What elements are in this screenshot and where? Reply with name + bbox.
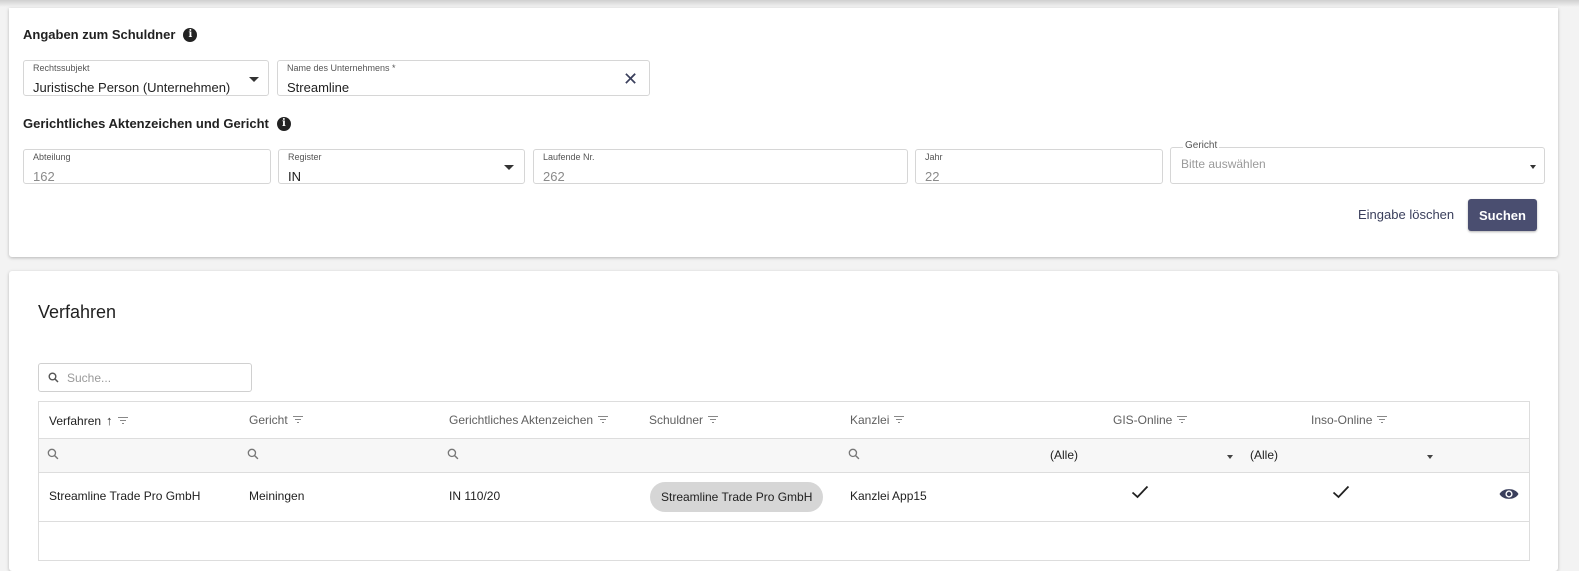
- register-value: IN: [288, 169, 301, 184]
- search-icon[interactable]: [848, 448, 860, 460]
- cell-kanzlei: Kanzlei App15: [850, 489, 927, 503]
- column-label: Schuldner: [649, 413, 704, 427]
- eye-icon[interactable]: [1499, 487, 1519, 501]
- unternehmen-value[interactable]: Streamline: [287, 80, 349, 95]
- aktenzeichen-section-title: Gerichtliches Aktenzeichen und Gericht i: [23, 116, 291, 131]
- gericht-select[interactable]: Gericht Bitte auswählen: [1170, 140, 1545, 184]
- info-icon[interactable]: i: [276, 116, 291, 131]
- column-label: Gericht: [249, 413, 288, 427]
- gericht-placeholder: Bitte auswählen: [1181, 157, 1266, 171]
- schuldner-section-title: Angaben zum Schuldner i: [23, 27, 198, 42]
- rechtssubjekt-value: Juristische Person (Unternehmen): [33, 80, 231, 95]
- jahr-value[interactable]: 22: [925, 169, 939, 184]
- sort-up-icon[interactable]: ↑: [106, 413, 113, 428]
- register-label: Register: [288, 152, 322, 162]
- laufende-nr-value[interactable]: 262: [543, 169, 565, 184]
- chevron-down-icon[interactable]: [504, 165, 514, 170]
- inso-online-filter-select[interactable]: (Alle): [1250, 448, 1278, 462]
- filter-row: (Alle) (Alle): [39, 439, 1529, 473]
- search-form-card: Angaben zum Schuldner i Rechtssubjekt Ju…: [9, 8, 1558, 257]
- column-header-verfahren[interactable]: Verfahren ↑: [49, 413, 128, 428]
- jahr-field[interactable]: Jahr 22: [915, 149, 1163, 184]
- search-placeholder: Suche...: [67, 371, 112, 385]
- check-icon: [1332, 485, 1350, 499]
- search-icon[interactable]: [47, 448, 59, 460]
- filter-icon[interactable]: [292, 416, 303, 424]
- jahr-label: Jahr: [925, 152, 943, 162]
- search-icon: [48, 372, 59, 383]
- cell-verfahren: Streamline Trade Pro GmbH: [49, 489, 201, 503]
- chevron-down-icon[interactable]: [1530, 165, 1536, 169]
- top-shadow: [0, 0, 1579, 7]
- abteilung-field[interactable]: Abteilung 162: [23, 149, 271, 184]
- abteilung-value[interactable]: 162: [33, 169, 55, 184]
- table-header: Verfahren ↑ Gericht Gerichtliches Aktenz…: [39, 402, 1529, 439]
- filter-icon[interactable]: [1177, 416, 1188, 424]
- search-input[interactable]: Suche...: [38, 363, 252, 392]
- rechtssubjekt-select[interactable]: Rechtssubjekt Juristische Person (Untern…: [23, 60, 269, 96]
- unternehmen-label: Name des Unternehmens *: [287, 63, 396, 73]
- info-icon[interactable]: i: [183, 27, 198, 42]
- abteilung-label: Abteilung: [33, 152, 71, 162]
- column-header-gis-online[interactable]: GIS-Online: [1113, 413, 1188, 427]
- rechtssubjekt-label: Rechtssubjekt: [33, 63, 90, 73]
- laufende-nr-field[interactable]: Laufende Nr. 262: [533, 149, 908, 184]
- column-header-inso-online[interactable]: Inso-Online: [1311, 413, 1388, 427]
- close-icon[interactable]: ✕: [623, 70, 638, 88]
- clear-input-button[interactable]: Eingabe löschen: [1352, 199, 1460, 230]
- table-row[interactable]: Streamline Trade Pro GmbH Meiningen IN 1…: [39, 473, 1529, 522]
- column-header-kanzlei[interactable]: Kanzlei: [850, 413, 905, 427]
- column-label: Kanzlei: [850, 413, 890, 427]
- filter-icon[interactable]: [1377, 416, 1388, 424]
- chevron-down-icon[interactable]: [1427, 455, 1433, 459]
- search-icon[interactable]: [447, 448, 459, 460]
- schuldner-title: Angaben zum Schuldner: [23, 27, 176, 42]
- cell-aktenzeichen: IN 110/20: [449, 489, 501, 503]
- filter-icon[interactable]: [708, 416, 719, 424]
- gis-online-filter-select[interactable]: (Alle): [1050, 448, 1078, 462]
- verfahren-table: Verfahren ↑ Gericht Gerichtliches Aktenz…: [38, 401, 1530, 561]
- verfahren-title: Verfahren: [38, 302, 117, 322]
- unternehmen-field[interactable]: Name des Unternehmens * Streamline ✕: [277, 60, 650, 96]
- column-header-aktenzeichen[interactable]: Gerichtliches Aktenzeichen: [449, 413, 609, 427]
- cell-gericht: Meiningen: [249, 489, 305, 503]
- laufende-nr-label: Laufende Nr.: [543, 152, 595, 162]
- check-icon: [1131, 485, 1149, 499]
- chevron-down-icon[interactable]: [249, 77, 259, 82]
- search-icon[interactable]: [247, 448, 259, 460]
- column-header-gericht[interactable]: Gericht: [249, 413, 303, 427]
- column-header-schuldner[interactable]: Schuldner: [649, 413, 719, 427]
- chevron-down-icon[interactable]: [1227, 455, 1233, 459]
- column-label: Verfahren: [49, 413, 102, 428]
- schuldner-chip[interactable]: Streamline Trade Pro GmbH: [650, 482, 824, 512]
- filter-icon[interactable]: [598, 416, 609, 424]
- filter-icon[interactable]: [117, 416, 128, 425]
- column-label: Inso-Online: [1311, 413, 1373, 427]
- aktenzeichen-title: Gerichtliches Aktenzeichen und Gericht: [23, 116, 269, 131]
- filter-icon[interactable]: [894, 416, 905, 424]
- column-label: Gerichtliches Aktenzeichen: [449, 413, 594, 427]
- register-select[interactable]: Register IN: [278, 149, 525, 184]
- column-label: GIS-Online: [1113, 413, 1173, 427]
- search-button[interactable]: Suchen: [1468, 199, 1537, 231]
- gericht-label: Gericht: [1183, 140, 1220, 151]
